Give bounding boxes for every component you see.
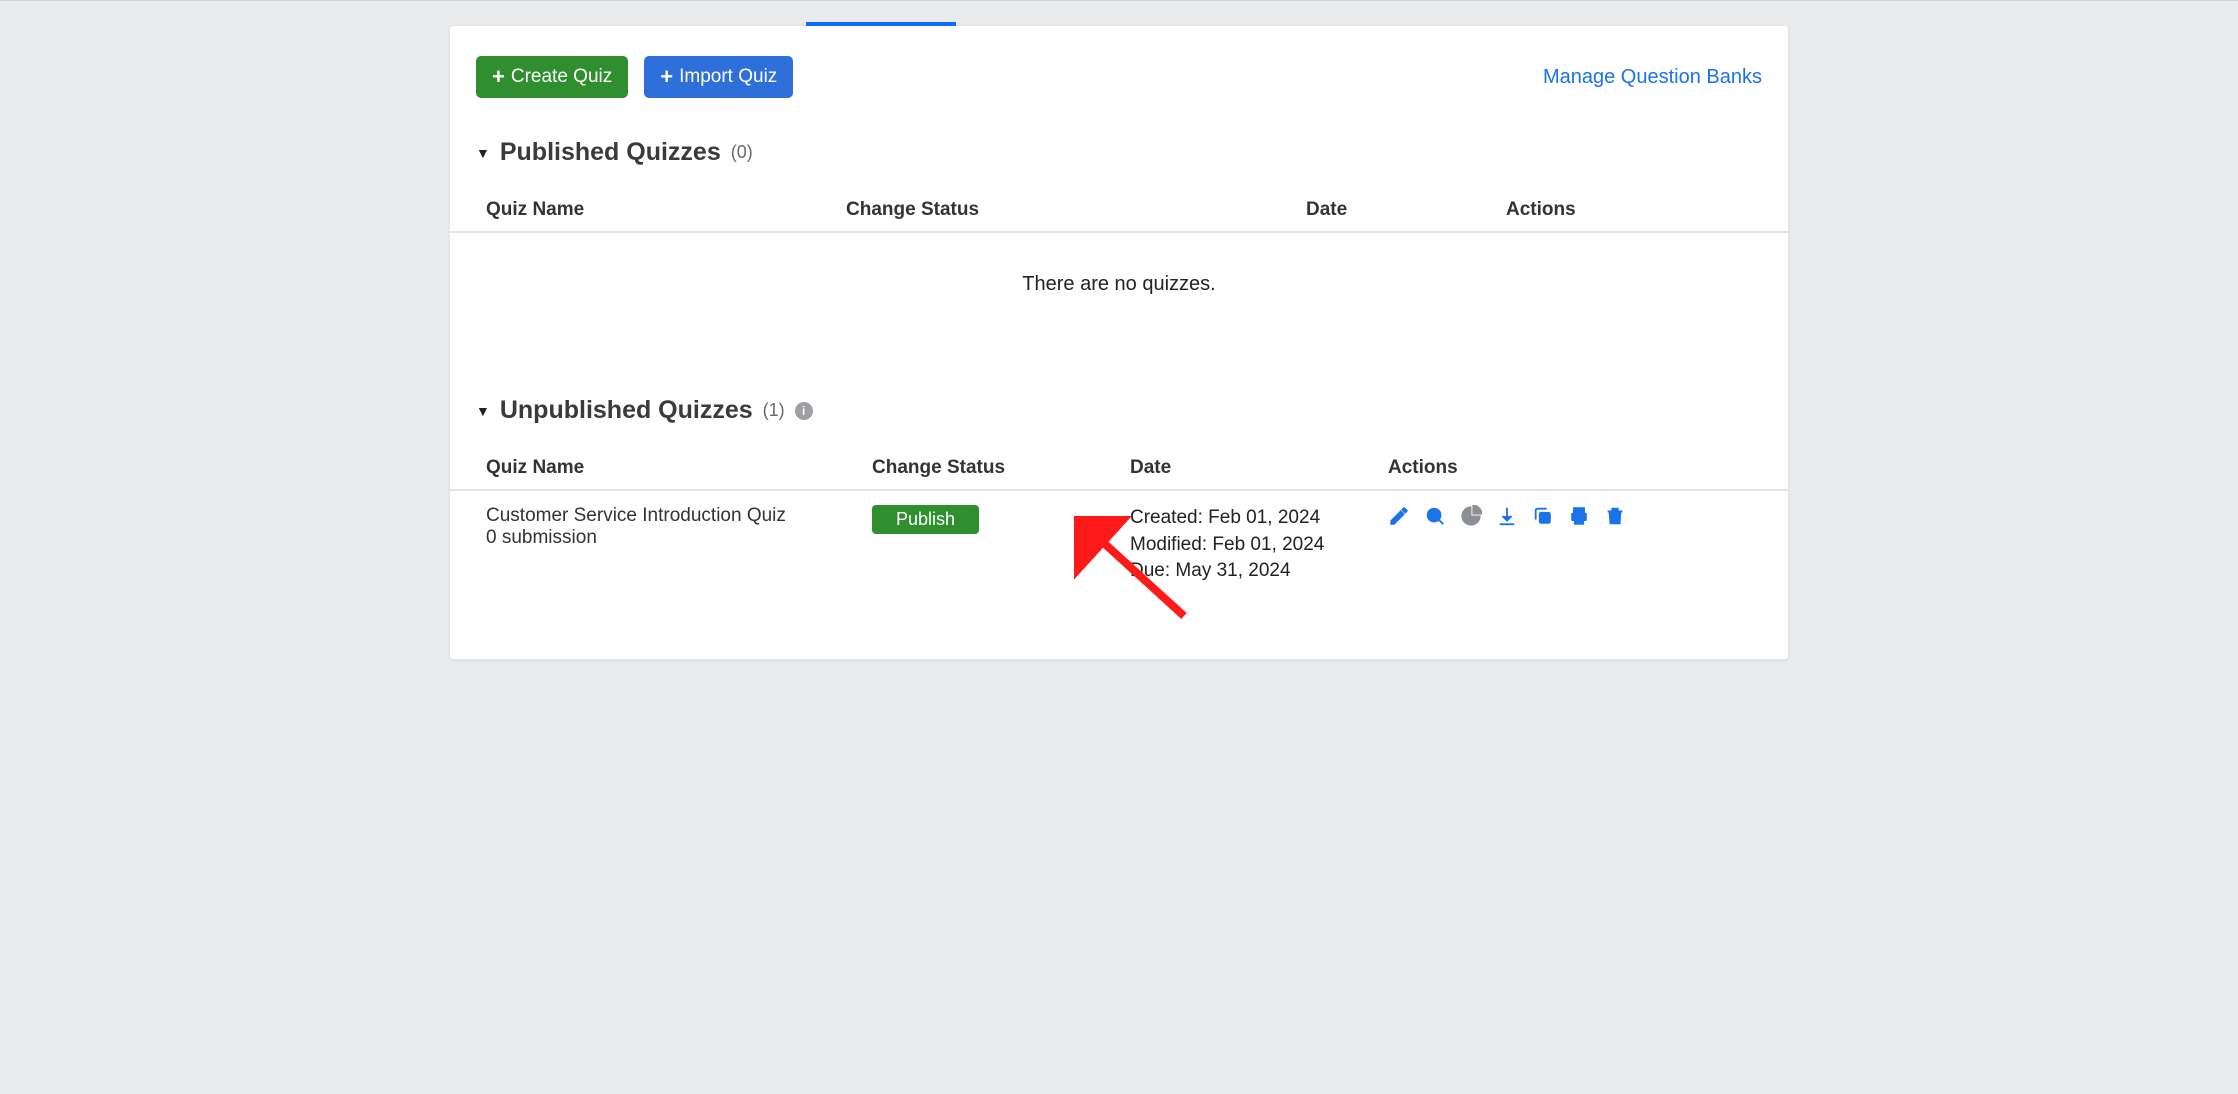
- quiz-name[interactable]: Customer Service Introduction Quiz: [486, 505, 872, 527]
- delete-icon[interactable]: [1604, 505, 1626, 527]
- top-divider: [0, 0, 2238, 1]
- stats-icon[interactable]: [1460, 505, 1482, 527]
- active-tab-indicator: [806, 22, 956, 26]
- actions-cell: [1388, 505, 1752, 527]
- section-count: (0): [731, 142, 753, 163]
- date-cell: Created: Feb 01, 2024 Modified: Feb 01, …: [1130, 505, 1388, 585]
- plus-icon: +: [492, 66, 505, 88]
- created-date: Feb 01, 2024: [1208, 507, 1320, 528]
- status-cell: Publish: [872, 505, 1130, 534]
- table-row: Customer Service Introduction Quiz 0 sub…: [450, 491, 1788, 599]
- col-status: Change Status: [846, 199, 1306, 221]
- col-name: Quiz Name: [486, 199, 846, 221]
- print-icon[interactable]: [1568, 505, 1590, 527]
- quiz-name-cell: Customer Service Introduction Quiz 0 sub…: [486, 505, 872, 549]
- col-status: Change Status: [872, 457, 1130, 479]
- section-count: (1): [763, 400, 785, 421]
- published-grid: Quiz Name Change Status Date Actions The…: [450, 189, 1788, 356]
- edit-icon[interactable]: [1388, 505, 1410, 527]
- manage-question-banks-link[interactable]: Manage Question Banks: [1543, 66, 1762, 89]
- preview-icon[interactable]: [1424, 505, 1446, 527]
- due-date: May 31, 2024: [1175, 560, 1290, 581]
- col-date: Date: [1130, 457, 1388, 479]
- import-quiz-button[interactable]: + Import Quiz: [644, 56, 793, 98]
- download-icon[interactable]: [1496, 505, 1518, 527]
- col-actions: Actions: [1506, 199, 1752, 221]
- create-quiz-button[interactable]: + Create Quiz: [476, 56, 628, 98]
- unpublished-grid: Quiz Name Change Status Date Actions Cus…: [450, 447, 1788, 599]
- section-title: Unpublished Quizzes: [500, 396, 753, 425]
- col-actions: Actions: [1388, 457, 1752, 479]
- quiz-panel: + Create Quiz + Import Quiz Manage Quest…: [449, 25, 1789, 660]
- created-label: Created:: [1130, 507, 1203, 528]
- toolbar: + Create Quiz + Import Quiz Manage Quest…: [450, 56, 1788, 98]
- unpublished-heading[interactable]: ▼ Unpublished Quizzes (1) i: [450, 396, 1788, 425]
- info-icon[interactable]: i: [795, 402, 813, 420]
- publish-button[interactable]: Publish: [872, 505, 979, 534]
- col-date: Date: [1306, 199, 1506, 221]
- col-name: Quiz Name: [486, 457, 872, 479]
- grid-header: Quiz Name Change Status Date Actions: [450, 447, 1788, 491]
- copy-icon[interactable]: [1532, 505, 1554, 527]
- chevron-down-icon: ▼: [476, 145, 490, 161]
- modified-date: Feb 01, 2024: [1212, 534, 1324, 555]
- published-heading[interactable]: ▼ Published Quizzes (0): [450, 138, 1788, 167]
- quiz-submissions: 0 submission: [486, 527, 872, 549]
- due-label: Due:: [1130, 560, 1170, 581]
- import-quiz-label: Import Quiz: [679, 66, 777, 88]
- plus-icon: +: [660, 66, 673, 88]
- chevron-down-icon: ▼: [476, 403, 490, 419]
- modified-label: Modified:: [1130, 534, 1207, 555]
- section-title: Published Quizzes: [500, 138, 721, 167]
- empty-state: There are no quizzes.: [450, 233, 1788, 356]
- grid-header: Quiz Name Change Status Date Actions: [450, 189, 1788, 233]
- create-quiz-label: Create Quiz: [511, 66, 612, 88]
